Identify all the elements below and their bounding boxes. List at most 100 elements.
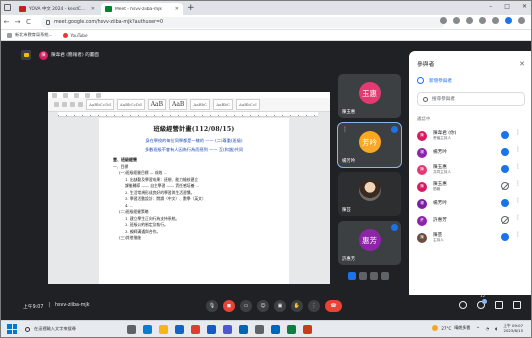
back-button[interactable]: ←	[1, 18, 12, 26]
more-icon[interactable]: ⋮	[342, 126, 348, 133]
tab-close-icon[interactable]: ✕	[175, 6, 179, 12]
participant-row[interactable]: 陳陳韋君 (你) 會議主持人 ⋮	[417, 127, 525, 144]
system-tray: 27°C 晴朗多雲 ^ ◔ ◖ 上午 09:07 2023/8/15	[432, 323, 523, 333]
presenter-chip[interactable]: 陳 陳韋君 (簡報者) 的畫面	[39, 50, 99, 60]
maximize-button[interactable]: □	[504, 2, 510, 12]
cast-icon[interactable]	[440, 17, 447, 24]
edge-icon[interactable]	[143, 324, 152, 334]
bookmark-star-icon[interactable]	[466, 17, 473, 24]
hangup-button[interactable]: ☎	[325, 300, 342, 312]
settings-icon[interactable]	[255, 324, 264, 334]
word-icon[interactable]	[207, 324, 216, 334]
new-tab-button[interactable]: +	[187, 3, 195, 13]
participant-row[interactable]: 陳陳玉惠 共同主持人 ⋮	[417, 161, 525, 178]
captions-icon[interactable]: ▭	[240, 300, 252, 312]
explorer-icon[interactable]	[159, 324, 168, 334]
bookmark-item[interactable]: YouTube	[62, 32, 88, 38]
tab-inactive[interactable]: YOVA 中文 2024 - kesdChinapu ✕	[15, 3, 99, 15]
bookmark-item[interactable]: 新北市教育局系統...	[7, 32, 53, 38]
chrome-icon[interactable]	[191, 324, 200, 334]
people-panel: 參與者 ✕ 新增參與者 搜尋參與者 通話中 陳陳韋君 (你) 會議主持人 ⋮ 楊楊芳吟…	[409, 51, 531, 295]
tile-layout-icon[interactable]	[359, 272, 367, 280]
tile-mic-icon[interactable]	[348, 272, 356, 280]
address-bar[interactable]: meet.google.com/hsvv-ziiba-mjk?authuser=…	[41, 17, 445, 28]
start-button[interactable]	[7, 324, 17, 334]
clock-date: 2023/8/15	[503, 328, 523, 333]
network-icon[interactable]: ◔	[486, 326, 490, 331]
info-icon[interactable]	[459, 301, 467, 309]
participant-name: 許惠芳	[342, 257, 356, 262]
ruler	[58, 112, 318, 117]
share-icon[interactable]	[453, 17, 460, 24]
add-people-button[interactable]: 新增參與者	[417, 77, 525, 84]
participant-tile[interactable]: 玉惠 陳玉惠	[338, 74, 401, 118]
tile-pin-icon[interactable]	[370, 272, 378, 280]
store-icon[interactable]	[175, 324, 184, 334]
more-icon[interactable]: ⋮	[515, 129, 521, 136]
people-icon[interactable]	[477, 299, 487, 309]
mic-on-icon[interactable]	[501, 165, 509, 173]
close-window-button[interactable]: ✕	[522, 2, 527, 12]
tray-chevron-icon[interactable]: ^	[476, 326, 479, 331]
powerpoint-icon[interactable]	[303, 324, 312, 334]
participant-row[interactable]: 陳陳玉惠 簡報 ⋮	[417, 178, 525, 195]
reload-button[interactable]: C	[23, 18, 34, 26]
raise-hand-icon[interactable]: ✋	[291, 300, 303, 312]
tab-close-icon[interactable]: ✕	[91, 6, 95, 12]
participant-name: 陳芸	[342, 208, 351, 213]
style-preview: AaBbCcDd	[86, 99, 114, 110]
participant-row[interactable]: 陳陳芸 主持人 ⋮	[417, 229, 525, 246]
activities-icon[interactable]	[513, 301, 521, 309]
participant-row[interactable]: 楊楊芳吟 ⋮	[417, 144, 525, 161]
menu-icon[interactable]	[518, 17, 525, 24]
participant-tile[interactable]: ⋮ 芳吟 楊芳吟	[337, 122, 402, 168]
taskbar-search[interactable]: 在這裡輸入文字來搜尋	[25, 324, 119, 335]
tab-search-icon[interactable]	[4, 4, 11, 11]
participant-tile[interactable]: 惠芳 許惠芳	[338, 221, 401, 265]
participant-row[interactable]: 許許惠芳 ⋮	[417, 212, 525, 229]
folder-icon	[7, 32, 12, 38]
mic-on-icon[interactable]	[501, 148, 509, 156]
profile-avatar[interactable]	[505, 17, 512, 24]
tile-expand-icon[interactable]	[381, 272, 389, 280]
more-icon[interactable]: ⋮	[515, 146, 521, 153]
sidebar-icon[interactable]	[492, 17, 499, 24]
mic-on-icon[interactable]	[501, 131, 509, 139]
people-search-input[interactable]: 搜尋參與者	[417, 92, 525, 106]
minimize-button[interactable]: –	[489, 2, 492, 12]
participant-row[interactable]: 楊楊芳吟 ⋮	[417, 195, 525, 212]
weather-widget[interactable]: 27°C 晴朗多雲	[432, 325, 470, 331]
emoji-icon[interactable]: ☺	[257, 300, 269, 312]
camera-off-icon[interactable]: ◼	[223, 300, 235, 312]
more-icon[interactable]: ⋮	[515, 197, 521, 204]
volume-icon[interactable]: ◖	[495, 326, 497, 331]
extensions-icon[interactable]	[479, 17, 486, 24]
excel-icon[interactable]	[287, 324, 296, 334]
mic-icon[interactable]: 🎙︎	[206, 300, 218, 312]
more-icon[interactable]: ⋮	[515, 231, 521, 238]
photos-icon[interactable]	[271, 324, 280, 334]
mic-off-icon[interactable]	[501, 216, 509, 224]
bookmark-label: YouTube	[70, 32, 88, 38]
youtube-icon	[62, 32, 68, 38]
mic-on-icon[interactable]	[501, 233, 509, 241]
more-icon[interactable]: ⋮	[515, 180, 521, 187]
present-icon[interactable]: ▣	[274, 300, 286, 312]
teams-icon[interactable]	[223, 324, 232, 334]
chat-icon[interactable]	[495, 301, 503, 309]
style-preview: AaBbCcDd	[116, 99, 145, 110]
more-icon[interactable]: ⋮	[515, 163, 521, 170]
more-options-icon[interactable]: ⋮	[308, 300, 320, 312]
tab-active[interactable]: Meet - hsvv-ziiba-mjk ✕	[101, 3, 183, 15]
window-controls: – □ ✕	[489, 2, 527, 12]
taskbar-clock[interactable]: 上午 09:07 2023/8/15	[503, 323, 523, 333]
outlook-icon[interactable]	[239, 324, 248, 334]
mic-on-icon[interactable]	[501, 199, 509, 207]
task-view-icon[interactable]	[127, 324, 136, 334]
mic-off-icon[interactable]	[501, 182, 509, 190]
more-icon[interactable]: ⋮	[515, 214, 521, 221]
people-title: 參與者	[417, 62, 435, 68]
participant-tile[interactable]: 陳芸	[338, 172, 401, 216]
close-panel-button[interactable]: ✕	[519, 60, 525, 68]
forward-button[interactable]: →	[12, 18, 23, 26]
